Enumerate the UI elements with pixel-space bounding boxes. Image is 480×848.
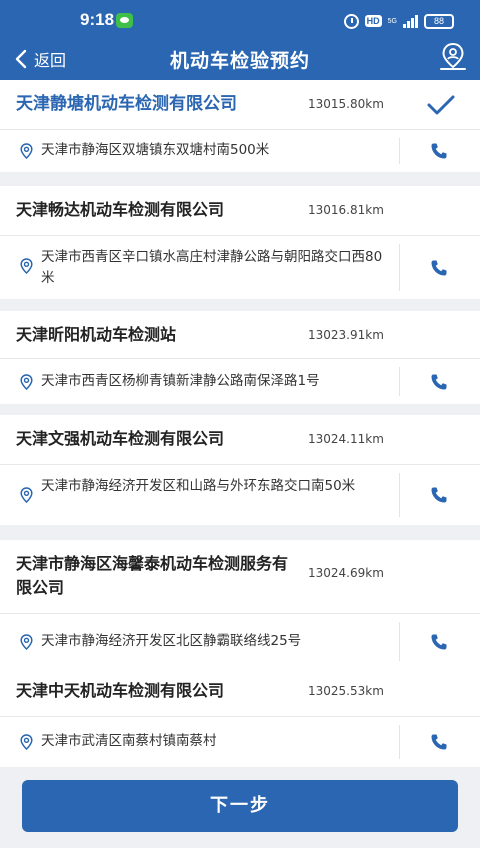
station-address: 天津市静海区双塘镇东双塘村南500米 <box>41 142 270 158</box>
station-name: 天津市静海区海馨泰机动车检测服务有限公司 <box>16 554 289 597</box>
next-step-button[interactable]: 下一步 <box>22 780 458 832</box>
station-address-row: 天津市武清区南蔡村镇南蔡村 <box>0 717 480 767</box>
station-address: 天津市静海经济开发区和山路与外环东路交口南50米 <box>41 478 356 494</box>
page-title: 机动车检验预约 <box>169 50 310 72</box>
divider <box>399 725 400 759</box>
station-name: 天津中天机动车检测有限公司 <box>16 681 225 700</box>
location-pin-icon <box>20 634 33 650</box>
phone-icon[interactable] <box>430 633 448 651</box>
station-name: 天津畅达机动车检测有限公司 <box>16 200 225 219</box>
phone-icon[interactable] <box>430 486 448 504</box>
station-distance: 13024.69km <box>308 566 384 580</box>
station-address-row: 天津市西青区辛口镇水高庄村津静公路与朝阳路交口西80米 <box>0 236 480 299</box>
station-address-row: 天津市静海区双塘镇东双塘村南500米 <box>0 130 480 172</box>
station-name: 天津文强机动车检测有限公司 <box>16 429 225 448</box>
station-distance: 13015.80km <box>308 97 384 111</box>
station-distance: 13016.81km <box>308 203 384 217</box>
location-pin-icon <box>20 734 33 750</box>
battery-icon: 88 <box>424 13 454 29</box>
phone-icon[interactable] <box>430 142 448 160</box>
check-icon <box>427 95 455 115</box>
chevron-left-icon <box>15 49 27 69</box>
divider <box>399 244 400 291</box>
station-header: 天津文强机动车检测有限公司 13024.11km <box>0 415 480 465</box>
location-pin-icon <box>20 143 33 159</box>
station-distance: 13025.53km <box>308 684 384 698</box>
station-distance: 13023.91km <box>308 328 384 342</box>
hd-icon: HD <box>364 15 382 27</box>
station-card[interactable]: 天津静塘机动车检测有限公司 13015.80km 天津市静海区双塘镇东双塘村南500… <box>0 80 480 172</box>
phone-icon[interactable] <box>430 259 448 277</box>
divider <box>399 622 400 661</box>
station-address: 天津市武清区南蔡村镇南蔡村 <box>41 733 217 749</box>
station-address: 天津市西青区辛口镇水高庄村津静公路与朝阳路交口西80米 <box>41 249 383 286</box>
station-card[interactable]: 天津文强机动车检测有限公司 13024.11km 天津市静海经济开发区和山路与外环东… <box>0 415 480 525</box>
location-pin-icon <box>20 374 33 390</box>
station-address: 天津市西青区杨柳青镇新津静公路南保泽路1号 <box>41 373 320 389</box>
station-header: 天津昕阳机动车检测站 13023.91km <box>0 311 480 359</box>
divider <box>399 138 400 164</box>
station-card[interactable]: 天津市静海区海馨泰机动车检测服务有限公司 13024.69km 天津市静海经济开发区… <box>0 540 480 669</box>
nav-bar: 返回 机动车检验预约 <box>0 42 480 80</box>
back-label: 返回 <box>34 51 67 70</box>
network-label: 5G <box>387 17 397 25</box>
location-pin-icon <box>20 487 33 503</box>
status-bar: 9:18 HD 5G 88 <box>0 0 480 42</box>
station-name: 天津静塘机动车检测有限公司 <box>16 94 237 114</box>
wechat-icon <box>116 13 133 28</box>
station-header: 天津市静海区海馨泰机动车检测服务有限公司 13024.69km <box>0 540 480 614</box>
station-address: 天津市静海经济开发区北区静霸联络线25号 <box>41 633 302 649</box>
station-address-row: 天津市静海经济开发区和山路与外环东路交口南50米 <box>0 465 480 525</box>
signal-bars-icon <box>403 14 418 28</box>
back-button[interactable]: 返回 <box>14 47 66 71</box>
station-name: 天津昕阳机动车检测站 <box>16 325 177 344</box>
station-address-row: 天津市西青区杨柳青镇新津静公路南保泽路1号 <box>0 359 480 404</box>
divider <box>399 473 400 517</box>
divider <box>399 367 400 396</box>
phone-icon[interactable] <box>430 373 448 391</box>
station-card[interactable]: 天津畅达机动车检测有限公司 13016.81km 天津市西青区辛口镇水高庄村津静公路… <box>0 186 480 299</box>
station-header: 天津中天机动车检测有限公司 13025.53km <box>0 667 480 717</box>
station-card[interactable]: 天津昕阳机动车检测站 13023.91km 天津市西青区杨柳青镇新津静公路南保泽路1… <box>0 311 480 404</box>
station-distance: 13024.11km <box>308 432 384 446</box>
station-card[interactable]: 天津中天机动车检测有限公司 13025.53km 天津市武清区南蔡村镇南蔡村 <box>0 667 480 767</box>
signal-indicator: 5G <box>388 18 397 25</box>
station-address-row: 天津市静海经济开发区北区静霸联络线25号 <box>0 614 480 669</box>
station-header: 天津静塘机动车检测有限公司 13015.80km <box>0 80 480 130</box>
phone-icon[interactable] <box>430 733 448 751</box>
status-time: 9:18 <box>80 10 115 29</box>
location-pin-icon <box>20 258 33 274</box>
alarm-icon <box>343 13 359 29</box>
location-user-icon[interactable] <box>438 42 468 72</box>
station-header: 天津畅达机动车检测有限公司 13016.81km <box>0 186 480 236</box>
header-bar: 9:18 HD 5G 88 返回 机动车检验预约 <box>0 0 480 80</box>
